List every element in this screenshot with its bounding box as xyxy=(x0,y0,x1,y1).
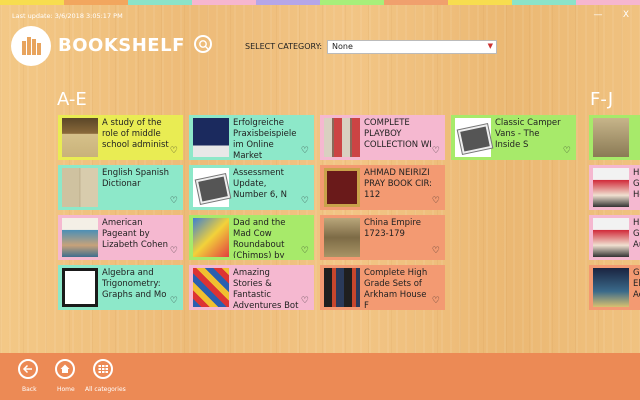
book-tile[interactable]: Classic Camper Vans - The Inside S ♡ xyxy=(451,115,576,160)
favorite-heart-icon[interactable]: ♡ xyxy=(432,147,440,156)
book-tile[interactable]: English Spanish Dictionar ♡ xyxy=(58,165,183,210)
section-heading-a-e: A-E xyxy=(57,89,87,110)
book-tile[interactable]: China Empire 1723-179 ♡ xyxy=(320,215,445,260)
chevron-down-icon: ▼ xyxy=(487,42,493,50)
home-label: Home xyxy=(57,386,75,393)
book-tile[interactable]: AHMAD NEIRIZI PRAY BOOK CIR: 112 ♡ xyxy=(320,165,445,210)
book-title: American Pageant by Lizabeth Cohen xyxy=(102,218,168,250)
app-title: BOOKSHELF xyxy=(58,35,185,56)
close-button[interactable]: X xyxy=(620,10,632,20)
book-title: Erfolgreiche Praxisbeispiele im Online M… xyxy=(233,118,297,158)
favorite-heart-icon[interactable]: ♡ xyxy=(432,197,440,206)
book-title: Hig Gra He xyxy=(633,168,640,200)
favorite-heart-icon[interactable]: ♡ xyxy=(301,297,309,306)
favorite-heart-icon[interactable]: ♡ xyxy=(170,147,178,156)
back-arrow-icon xyxy=(22,364,32,374)
book-cover-china-scroll xyxy=(324,218,360,257)
stripe-segment xyxy=(64,0,128,5)
book-title: COMPLETE PLAYBOY COLLECTION WI xyxy=(364,118,432,150)
all-categories-button[interactable] xyxy=(93,359,113,379)
bookshelf-logo-icon xyxy=(11,26,51,66)
book-cover-playboy xyxy=(593,168,629,207)
book-cover-marketing xyxy=(193,118,229,157)
book-title: China Empire 1723-179 xyxy=(364,218,421,239)
book-tile-partial[interactable]: Hig Gra Au xyxy=(589,215,640,260)
top-color-stripe xyxy=(0,0,640,5)
book-title: A study of the role of middle school adm… xyxy=(102,118,169,150)
book-title: Dad and the Mad Cow Roundabout (Chimps) … xyxy=(233,218,286,258)
book-title: Complete High Grade Sets of Arkham House… xyxy=(364,268,428,308)
home-icon xyxy=(60,364,70,373)
book-cover-playboy xyxy=(593,218,629,257)
book-cover-antique xyxy=(62,118,98,157)
book-tile[interactable]: Amazing Stories & Fantastic Adventures B… xyxy=(189,265,314,310)
back-label: Back xyxy=(22,386,37,393)
book-title: Classic Camper Vans - The Inside S xyxy=(495,118,561,150)
stripe-segment xyxy=(512,0,576,5)
stripe-segment xyxy=(384,0,448,5)
book-tile[interactable]: Erfolgreiche Praxisbeispiele im Online M… xyxy=(189,115,314,160)
favorite-heart-icon[interactable]: ♡ xyxy=(301,147,309,156)
favorite-heart-icon[interactable]: ♡ xyxy=(170,197,178,206)
category-label: SELECT CATEGORY: xyxy=(245,42,323,51)
book-title: G- Ele Ae xyxy=(633,268,640,300)
book-cover-scifi xyxy=(593,268,629,307)
category-select-value: None xyxy=(332,42,353,51)
book-title xyxy=(633,118,640,158)
book-cover-pageant xyxy=(62,218,98,257)
all-categories-label: All categories xyxy=(85,386,126,393)
favorite-heart-icon[interactable]: ♡ xyxy=(563,147,571,156)
book-title: Assessment Update, Number 6, N xyxy=(233,168,288,200)
book-tile[interactable]: American Pageant by Lizabeth Cohen ♡ xyxy=(58,215,183,260)
book-cover-algebra xyxy=(62,268,98,307)
stripe-segment xyxy=(576,0,640,5)
book-tile[interactable]: A study of the role of middle school adm… xyxy=(58,115,183,160)
book-tile[interactable]: Complete High Grade Sets of Arkham House… xyxy=(320,265,445,310)
minimize-button[interactable]: — xyxy=(592,10,604,20)
search-button[interactable] xyxy=(194,35,212,53)
book-cover-comic xyxy=(193,218,229,257)
stripe-segment xyxy=(256,0,320,5)
stripe-segment xyxy=(320,0,384,5)
favorite-heart-icon[interactable]: ♡ xyxy=(170,247,178,256)
book-tile[interactable]: Algebra and Trigonometry: Graphs and Mo ♡ xyxy=(58,265,183,310)
stripe-segment xyxy=(192,0,256,5)
stripe-segment xyxy=(448,0,512,5)
book-title: English Spanish Dictionar xyxy=(102,168,169,189)
book-cover-amazing-stories xyxy=(193,268,229,307)
placeholder-image-icon xyxy=(193,168,231,207)
section-heading-f-j: F-J xyxy=(590,89,614,110)
favorite-heart-icon[interactable]: ♡ xyxy=(432,247,440,256)
book-title: Algebra and Trigonometry: Graphs and Mo xyxy=(102,268,167,300)
favorite-heart-icon[interactable]: ♡ xyxy=(432,297,440,306)
search-icon xyxy=(199,40,209,50)
placeholder-image-icon xyxy=(455,118,493,157)
stripe-segment xyxy=(128,0,192,5)
book-title: AHMAD NEIRIZI PRAY BOOK CIR: 112 xyxy=(364,168,433,200)
last-update-text: Last update: 3/6/2018 3:05:17 PM xyxy=(12,12,123,20)
favorite-heart-icon[interactable]: ♡ xyxy=(170,297,178,306)
book-cover-arkham xyxy=(324,268,360,307)
home-button[interactable] xyxy=(55,359,75,379)
book-tile-partial[interactable] xyxy=(589,115,640,160)
book-tile[interactable]: Assessment Update, Number 6, N ♡ xyxy=(189,165,314,210)
category-select[interactable]: None ▼ xyxy=(327,40,497,54)
favorite-heart-icon[interactable]: ♡ xyxy=(301,197,309,206)
book-cover-magazines xyxy=(324,118,360,157)
book-tile[interactable]: Dad and the Mad Cow Roundabout (Chimps) … xyxy=(189,215,314,260)
book-tile-partial[interactable]: G- Ele Ae xyxy=(589,265,640,310)
back-button[interactable] xyxy=(18,359,38,379)
grid-icon xyxy=(98,365,108,373)
favorite-heart-icon[interactable]: ♡ xyxy=(301,247,309,256)
book-cover-partial xyxy=(593,118,629,157)
book-title: Amazing Stories & Fantastic Adventures B… xyxy=(233,268,299,308)
book-title: Hig Gra Au xyxy=(633,218,640,250)
stripe-segment xyxy=(0,0,64,5)
book-cover-dictionary xyxy=(62,168,98,207)
window-controls: — X xyxy=(592,10,632,20)
book-tile-partial[interactable]: Hig Gra He xyxy=(589,165,640,210)
book-cover-persian xyxy=(324,168,360,207)
book-tile[interactable]: COMPLETE PLAYBOY COLLECTION WI ♡ xyxy=(320,115,445,160)
